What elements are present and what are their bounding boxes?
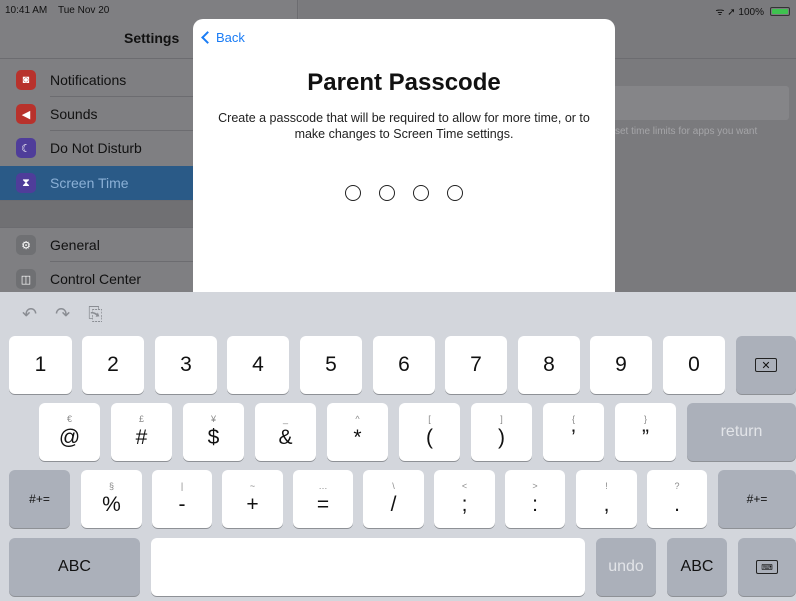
key-period[interactable]: ?. — [647, 470, 707, 528]
key-dollar[interactable]: ¥ $ — [183, 403, 244, 461]
key-2[interactable]: 2 — [82, 336, 144, 394]
symbols-key-left[interactable]: #+= — [9, 470, 70, 528]
key-5[interactable]: 5 — [300, 336, 362, 394]
delete-key[interactable]: ✕ — [736, 336, 796, 394]
key-0[interactable]: 0 — [663, 336, 725, 394]
key-equals[interactable]: … = — [293, 470, 353, 528]
key-plus[interactable]: ~ + — [222, 470, 283, 528]
abc-key-right[interactable]: ABC — [667, 538, 727, 596]
key-quote[interactable]: }” — [615, 403, 676, 461]
sidebar-item-label: Do Not Disturb — [50, 140, 142, 156]
status-indicators: ᯤ ➚ 100% — [715, 7, 764, 18]
key-4[interactable]: 4 — [227, 336, 289, 394]
passcode-digit-slot — [447, 185, 463, 201]
sidebar-item-label: Sounds — [50, 106, 98, 122]
key-colon[interactable]: >: — [505, 470, 565, 528]
detail-field — [599, 86, 789, 120]
key-comma[interactable]: !, — [576, 470, 637, 528]
key-slash[interactable]: \ / — [363, 470, 424, 528]
backspace-icon: ✕ — [755, 358, 777, 372]
key-close-paren[interactable]: ]) — [471, 403, 532, 461]
hourglass-icon: ⧗ — [16, 173, 36, 193]
key-1[interactable]: 1 — [9, 336, 72, 394]
sidebar-title: Settings — [124, 30, 180, 46]
keyboard: ↶ ↷ ⎘ 1 2 3 4 5 6 7 8 9 0 ✕ € @ £ # ¥ $ _ & … — [0, 292, 796, 601]
status-date: Tue Nov 20 — [58, 5, 110, 16]
passcode-digit-slot — [345, 185, 361, 201]
key-percent[interactable]: §% — [81, 470, 142, 528]
key-at[interactable]: € @ — [39, 403, 100, 461]
key-asterisk[interactable]: ^ * — [327, 403, 388, 461]
back-label: Back — [216, 30, 245, 45]
detail-hint-text: set time limits for apps you want — [615, 126, 758, 137]
passcode-entry[interactable] — [193, 185, 615, 201]
undo-key[interactable]: undo — [596, 538, 656, 596]
parent-passcode-modal: Back Parent Passcode Create a passcode t… — [193, 19, 615, 309]
toggles-icon: ◫ — [16, 269, 36, 289]
modal-title: Parent Passcode — [307, 69, 501, 96]
modal-description: Create a passcode that will be required … — [218, 111, 590, 141]
key-minus[interactable]: | - — [152, 470, 212, 528]
status-bar: 10:41 AM Tue Nov 20 ᯤ ➚ 100% — [0, 0, 796, 20]
undo-icon[interactable]: ↶ — [22, 304, 37, 325]
passcode-digit-slot — [413, 185, 429, 201]
redo-icon[interactable]: ↷ — [55, 304, 70, 325]
gear-icon: ⚙ — [16, 235, 36, 255]
space-bar[interactable] — [151, 538, 585, 596]
sidebar-item-label: Notifications — [50, 72, 127, 88]
sounds-icon: ◀ — [16, 104, 36, 124]
key-apostrophe[interactable]: {’ — [543, 403, 604, 461]
keyboard-shortcuts-bar: ↶ ↷ ⎘ — [22, 304, 103, 325]
dismiss-keyboard-key[interactable]: ⌨ — [738, 538, 796, 596]
moon-icon: ☾ — [16, 138, 36, 158]
key-9[interactable]: 9 — [590, 336, 652, 394]
notifications-icon: ◙ — [16, 70, 36, 90]
status-time: 10:41 AM — [5, 5, 48, 16]
status-right: ᯤ ➚ 100% — [715, 4, 790, 18]
sidebar-item-label: Screen Time — [50, 175, 129, 191]
key-ampersand[interactable]: _ & — [255, 403, 316, 461]
ipad-screen: 10:41 AM Tue Nov 20 ᯤ ➚ 100% Settings ◙ … — [0, 0, 796, 601]
key-8[interactable]: 8 — [518, 336, 580, 394]
sidebar-item-label: Control Center — [50, 271, 142, 287]
key-7[interactable]: 7 — [445, 336, 507, 394]
keyboard-icon: ⌨ — [756, 560, 778, 574]
return-key[interactable]: return — [687, 403, 796, 461]
key-semicolon[interactable]: <; — [434, 470, 495, 528]
back-button[interactable]: Back — [201, 30, 245, 45]
key-6[interactable]: 6 — [373, 336, 435, 394]
symbols-key-right[interactable]: #+= — [718, 470, 796, 528]
battery-icon — [770, 6, 790, 16]
sidebar-item-label: General — [50, 237, 100, 253]
chevron-left-icon — [201, 31, 214, 44]
paste-icon[interactable]: ⎘ — [88, 304, 102, 325]
passcode-digit-slot — [379, 185, 395, 201]
key-3[interactable]: 3 — [155, 336, 217, 394]
abc-key-left[interactable]: ABC — [9, 538, 140, 596]
key-open-paren[interactable]: [( — [399, 403, 460, 461]
key-hash[interactable]: £ # — [111, 403, 172, 461]
